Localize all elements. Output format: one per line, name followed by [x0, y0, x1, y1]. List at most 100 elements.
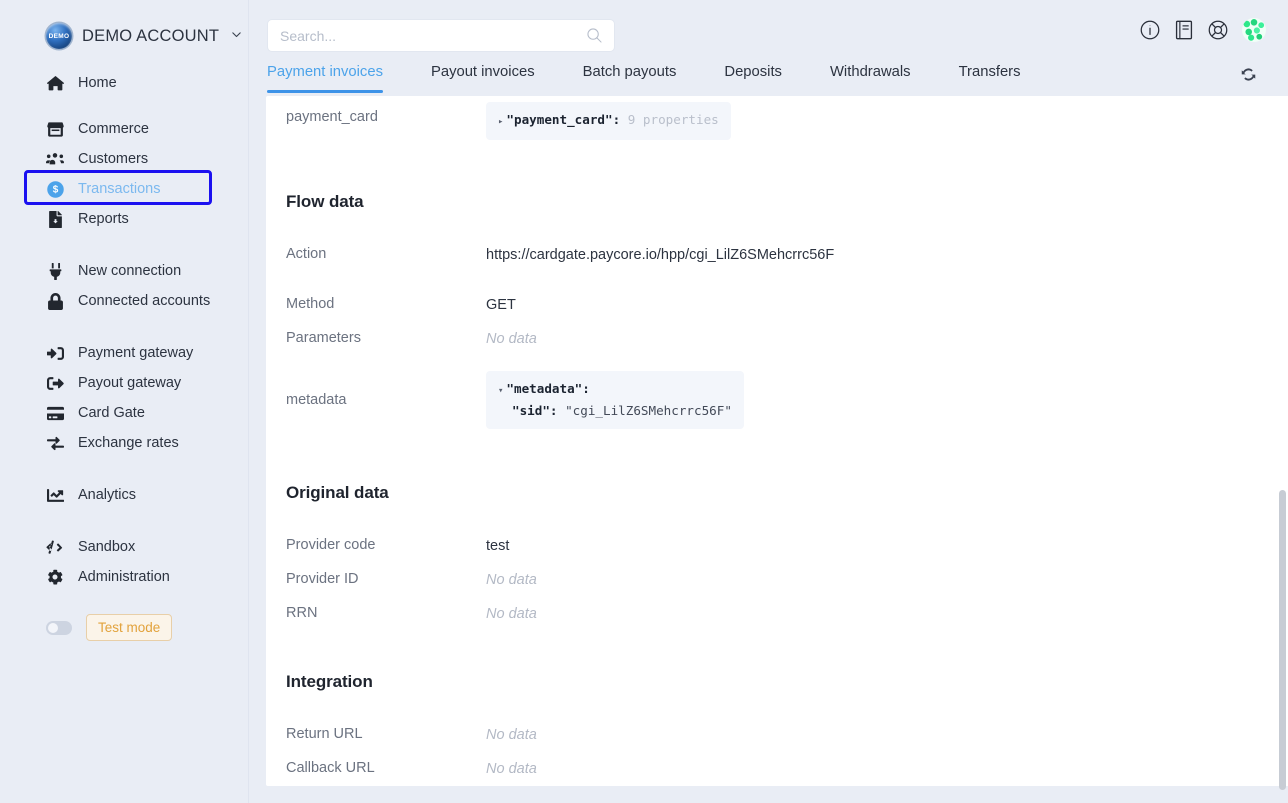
report-file-icon [46, 210, 64, 228]
sidebar-item-sandbox[interactable]: Sandbox [0, 532, 248, 562]
sidebar-item-label: Payout gateway [78, 375, 182, 391]
tab-payment-invoices[interactable]: Payment invoices [267, 57, 407, 93]
exchange-icon [46, 435, 64, 452]
metadata-sid-line: "sid": "cgi_LilZ6SMehcrrc56F" [498, 401, 732, 421]
app-root: DEMO DEMO ACCOUNT Home Commerce Customer… [0, 0, 1288, 803]
gear-icon [46, 569, 64, 585]
search-icon [587, 28, 602, 43]
sidebar-item-home[interactable]: Home [0, 68, 248, 98]
json-summary: 9 properties [627, 112, 719, 127]
sidebar-item-label: Home [78, 75, 117, 91]
search-box[interactable] [267, 19, 615, 52]
json-key: "metadata": [506, 381, 590, 396]
sidebar-item-analytics[interactable]: Analytics [0, 480, 248, 510]
field-label: Action [286, 246, 327, 262]
tab-payout-invoices[interactable]: Payout invoices [407, 57, 559, 93]
dollar-circle-icon: $ [46, 180, 64, 198]
search-input[interactable] [280, 27, 587, 44]
sidebar-item-new-connection[interactable]: New connection [0, 256, 248, 286]
caret-down-icon[interactable]: ▾ [498, 386, 503, 396]
sidebar-item-administration[interactable]: Administration [0, 562, 248, 592]
field-rrn: RRN No data [286, 598, 1272, 632]
main-area: Payment invoices Payout invoices Batch p… [249, 0, 1288, 803]
field-label: Return URL [286, 726, 363, 742]
sidebar-item-customers[interactable]: Customers [0, 144, 248, 174]
nav-group-connections: New connection Connected accounts [0, 256, 248, 316]
field-value: ▾ "metadata": "sid": "cgi_LilZ6SMehcrrc56… [486, 371, 744, 429]
field-provider-code: Provider code test [286, 530, 1272, 564]
section-title-flow-data: Flow data [286, 192, 364, 211]
json-value-sid: "cgi_LilZ6SMehcrrc56F" [565, 403, 732, 418]
sidebar-item-payout-gateway[interactable]: Payout gateway [0, 368, 248, 398]
caret-right-icon[interactable]: ▸ [498, 117, 503, 127]
page-scrollbar-thumb[interactable] [1279, 490, 1286, 790]
sidebar-item-transactions[interactable]: $ Transactions [0, 174, 248, 204]
nav-group-analytics: Analytics [0, 480, 248, 510]
field-label: metadata [286, 392, 347, 408]
tab-withdrawals[interactable]: Withdrawals [806, 57, 935, 93]
metadata-json-block[interactable]: ▾ "metadata": "sid": "cgi_LilZ6SMehcrrc56… [486, 371, 744, 429]
sidebar-item-exchange-rates[interactable]: Exchange rates [0, 428, 248, 458]
field-parameters: Parameters No data [286, 323, 1272, 357]
tab-batch-payouts[interactable]: Batch payouts [559, 57, 701, 93]
sidebar-item-label: Customers [78, 151, 149, 167]
field-value: GET [486, 297, 516, 313]
home-icon [46, 75, 64, 92]
chart-line-icon [46, 487, 64, 504]
field-payment-card: payment_card ▸ "payment_card": 9 properti… [286, 96, 1272, 154]
field-value: No data [486, 727, 537, 743]
brand-logo-icon: DEMO [46, 23, 72, 49]
field-label: Provider ID [286, 571, 359, 587]
topbar [249, 0, 1288, 57]
sidebar-item-label: Connected accounts [78, 293, 211, 309]
field-value: test [486, 538, 510, 554]
info-circle-icon[interactable] [1140, 20, 1160, 40]
payment-card-json-block[interactable]: ▸ "payment_card": 9 properties [486, 102, 731, 140]
field-value: No data [486, 606, 537, 622]
lifebuoy-icon[interactable] [1208, 20, 1228, 40]
field-callback-url: Callback URL No data [286, 753, 1272, 786]
top-icon-group [1140, 18, 1266, 42]
field-value: https://cardgate.paycore.io/hpp/cgi_LilZ… [486, 247, 835, 263]
avatar[interactable] [1242, 18, 1266, 42]
account-switcher[interactable]: DEMO DEMO ACCOUNT [0, 18, 248, 54]
account-name: DEMO ACCOUNT [82, 26, 220, 45]
sidebar: DEMO DEMO ACCOUNT Home Commerce Customer… [0, 0, 249, 803]
plug-icon [46, 262, 64, 280]
tab-transfers[interactable]: Transfers [935, 57, 1045, 93]
code-icon [46, 539, 64, 556]
users-icon [46, 150, 64, 168]
tab-bar: Payment invoices Payout invoices Batch p… [249, 57, 1288, 99]
page-scrollbar-track[interactable] [1277, 0, 1288, 803]
sidebar-item-payment-gateway[interactable]: Payment gateway [0, 338, 248, 368]
book-icon[interactable] [1174, 20, 1194, 40]
field-method: Method GET [286, 289, 1272, 323]
sidebar-item-label: Reports [78, 211, 129, 227]
field-label: Callback URL [286, 760, 375, 776]
field-label: Method [286, 296, 335, 312]
field-label: payment_card [286, 109, 378, 125]
sign-in-icon [46, 345, 64, 362]
json-key: "payment_card": [506, 112, 621, 127]
sidebar-item-reports[interactable]: Reports [0, 204, 248, 234]
sidebar-item-commerce[interactable]: Commerce [0, 114, 248, 144]
store-icon [46, 121, 64, 138]
sidebar-item-connected-accounts[interactable]: Connected accounts [0, 286, 248, 316]
chevron-down-icon [230, 28, 243, 44]
nav-group-system: Sandbox Administration [0, 532, 248, 592]
credit-card-icon [46, 405, 64, 422]
sidebar-item-label: Transactions [78, 181, 161, 197]
svg-text:$: $ [52, 184, 58, 195]
section-title-integration: Integration [286, 672, 373, 691]
nav-group-business: Commerce Customers $ Transactions Report… [0, 114, 248, 234]
refresh-icon[interactable] [1239, 65, 1258, 84]
field-value: ▸ "payment_card": 9 properties [486, 102, 731, 140]
sidebar-item-label: Card Gate [78, 405, 145, 421]
sidebar-item-label: Analytics [78, 487, 137, 503]
field-label: Parameters [286, 330, 361, 346]
test-mode-toggle[interactable] [46, 620, 72, 635]
sidebar-item-card-gate[interactable]: Card Gate [0, 398, 248, 428]
tab-deposits[interactable]: Deposits [700, 57, 806, 93]
sidebar-item-label: New connection [78, 263, 182, 279]
sidebar-item-label: Exchange rates [78, 435, 179, 451]
